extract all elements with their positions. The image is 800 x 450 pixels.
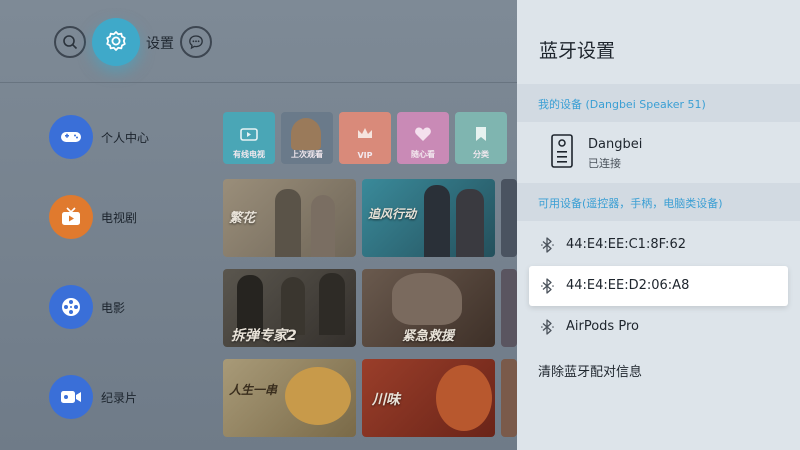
gear-icon: [106, 31, 126, 51]
nav-icon-circle: [49, 115, 93, 159]
header-divider: [0, 82, 517, 83]
poster-food: [436, 365, 492, 431]
section-header-label: 可用设备(遥控器，手柄，电脑类设备): [538, 197, 723, 210]
sidebar-item-label: 电影: [101, 301, 126, 315]
top-bar: 设置: [0, 0, 517, 82]
sidebar-item-tv-series[interactable]: 电视剧: [49, 195, 209, 241]
nav-icon-circle: [49, 375, 93, 419]
nav-icon-circle: [49, 195, 93, 239]
clear-pairing-button[interactable]: 清除蓝牙配对信息: [538, 361, 642, 380]
poster-tile[interactable]: 繁花: [223, 179, 356, 257]
available-device-row[interactable]: 44:E4:EE:C1:8F:62: [529, 225, 788, 265]
crown-icon: [358, 128, 372, 138]
bookmark-icon: [476, 127, 486, 141]
poster-figure: [311, 195, 335, 257]
poster-figure: [456, 189, 484, 257]
device-name: 44:E4:EE:D2:06:A8: [566, 278, 690, 293]
nav-icon-circle: [49, 285, 93, 329]
sidebar-item-label: 个人中心: [101, 131, 150, 145]
quick-tile-label: 有线电视: [233, 150, 265, 159]
gamepad-icon: [61, 132, 81, 142]
poster-title: 紧急救援: [402, 329, 455, 344]
video-camera-icon: [61, 391, 81, 403]
speaker-icon: [551, 134, 573, 168]
quick-tile-cable-tv[interactable]: 有线电视: [223, 112, 275, 164]
settings-button[interactable]: [92, 18, 140, 66]
quick-tile-label: 随心看: [411, 150, 435, 159]
poster-food: [285, 367, 351, 425]
poster-title: 川味: [372, 392, 400, 408]
poster-creature: [392, 273, 462, 325]
poster-tile[interactable]: 拆弹专家2: [223, 269, 356, 347]
poster-title: 拆弹专家2: [231, 328, 297, 344]
device-status: 已连接: [588, 157, 621, 170]
device-name: 44:E4:EE:C1:8F:62: [566, 237, 686, 252]
poster-tile[interactable]: 川味: [362, 359, 495, 437]
sidebar-item-documentary[interactable]: 纪录片: [49, 375, 209, 421]
message-button[interactable]: [180, 26, 212, 58]
quick-tile-label: 上次观看: [291, 150, 323, 159]
panel-title: 蓝牙设置: [539, 40, 616, 62]
section-header-label: 我的设备 (Dangbei Speaker 51): [538, 98, 706, 111]
film-reel-icon: [62, 298, 80, 316]
poster-tile-partial[interactable]: [501, 359, 517, 437]
quick-tile-label: VIP: [357, 151, 373, 160]
available-devices-header: 可用设备(遥控器，手柄，电脑类设备): [517, 183, 800, 221]
poster-tile[interactable]: 追风行动: [362, 179, 495, 257]
poster-title: 人生一串: [229, 383, 278, 397]
heart-icon: [415, 127, 431, 141]
recent-thumbnail: [291, 118, 321, 150]
poster-tile[interactable]: 紧急救援: [362, 269, 495, 347]
search-icon: [63, 35, 78, 50]
available-device-row[interactable]: AirPods Pro: [529, 307, 788, 347]
sidebar-item-label: 纪录片: [101, 391, 138, 405]
poster-figure: [319, 273, 345, 335]
available-device-row-selected[interactable]: 44:E4:EE:D2:06:A8: [529, 266, 788, 306]
quick-tile-recent[interactable]: 上次观看: [281, 112, 333, 164]
bluetooth-icon: [541, 319, 554, 335]
poster-tile[interactable]: 人生一串: [223, 359, 356, 437]
chat-bubble-icon: [189, 35, 203, 50]
quick-tile-label: 分类: [473, 150, 489, 159]
poster-title: 追风行动: [368, 207, 417, 221]
poster-tile-partial[interactable]: [501, 179, 517, 257]
tv-icon: [62, 207, 80, 225]
poster-title: 繁花: [229, 211, 256, 226]
quick-tile-category[interactable]: 分类: [455, 112, 507, 164]
my-devices-header: 我的设备 (Dangbei Speaker 51): [517, 84, 800, 122]
device-name: AirPods Pro: [566, 319, 639, 334]
quick-tile-vip[interactable]: VIP: [339, 112, 391, 164]
settings-label: 设置: [146, 36, 174, 52]
poster-figure: [275, 189, 301, 257]
bluetooth-icon: [541, 237, 554, 253]
device-name: Dangbei: [588, 137, 643, 152]
bluetooth-icon: [541, 278, 554, 294]
poster-tile-partial[interactable]: [501, 269, 517, 347]
sidebar-item-movie[interactable]: 电影: [49, 285, 209, 331]
sidebar-item-label: 电视剧: [101, 211, 138, 225]
poster-figure: [424, 185, 450, 257]
bluetooth-settings-panel: 蓝牙设置 我的设备 (Dangbei Speaker 51) Dangbei 已…: [517, 0, 800, 450]
connected-device-row[interactable]: Dangbei 已连接: [529, 128, 788, 178]
quick-tile-free-watch[interactable]: 随心看: [397, 112, 449, 164]
sidebar-item-personal-center[interactable]: 个人中心: [49, 115, 209, 161]
tv-icon: [240, 128, 258, 141]
search-button[interactable]: [54, 26, 86, 58]
